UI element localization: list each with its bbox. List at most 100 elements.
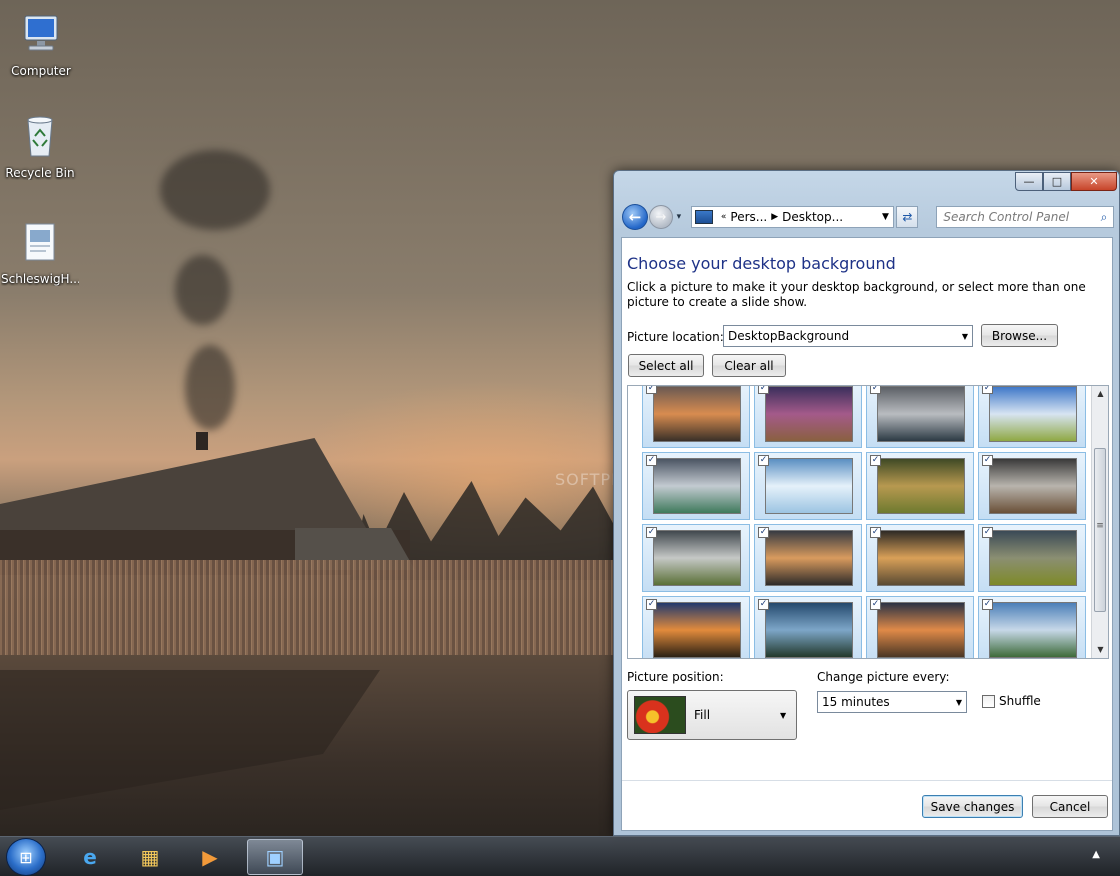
reeds [0,560,620,655]
chevron-down-icon: ▼ [955,697,963,707]
thumbnail-image [877,530,965,586]
thumbnail-checkbox[interactable]: ✓ [982,455,993,466]
thumbnail-checkbox[interactable]: ✓ [870,386,881,394]
recycle-bin-icon [27,116,53,157]
thumbnail-checkbox[interactable]: ✓ [646,386,657,394]
desktop-icon-label: SchleswigH... [1,272,79,286]
thumbnail-item[interactable]: ✓ [866,386,974,448]
close-button[interactable]: ✕ [1071,172,1117,191]
shuffle-label: Shuffle [999,694,1041,708]
scroll-up-button[interactable]: ▲ [1092,386,1108,402]
thumbnail-checkbox[interactable]: ✓ [646,527,657,538]
thumbnail-image [765,386,853,442]
browse-button[interactable]: Browse... [981,324,1058,347]
search-icon[interactable]: ⌕ [1095,210,1113,225]
media-player-button[interactable]: ▶ [182,839,238,875]
thumbnail-item[interactable]: ✓ [642,524,750,592]
thumbnail-item[interactable]: ✓ [978,452,1086,520]
forward-button[interactable]: → [648,205,673,229]
content-pane: Choose your desktop background Click a p… [621,237,1113,831]
thumbnail-item[interactable]: ✓ [754,596,862,658]
picture-gallery: ✓ ✓ ✓ ✓ ✓ ✓ ✓ ✓ ✓ ✓ ✓ ✓ ✓ ✓ ✓ ✓ ▲ ≡ ▼ [627,385,1109,659]
minimize-button[interactable]: — [1015,172,1043,191]
thumbnail-checkbox[interactable]: ✓ [870,599,881,610]
address-bar[interactable]: « Pers... ▶ Desktop... ▼ [690,206,895,228]
thumbnail-checkbox[interactable]: ✓ [870,455,881,466]
thumbnail-item[interactable]: ✓ [642,386,750,448]
desktop-icon-computer[interactable]: Computer [2,10,80,78]
control-panel-button[interactable]: ▣ [247,839,303,875]
thumbnail-checkbox[interactable]: ✓ [758,599,769,610]
picture-location-dropdown[interactable]: DesktopBackground ▼ [723,325,973,347]
clear-all-button[interactable]: Clear all [712,354,786,377]
thumbnail-image [877,386,965,442]
breadcrumb-separator[interactable]: ▶ [767,212,782,222]
thumbnail-checkbox[interactable]: ✓ [982,599,993,610]
thumbnail-item[interactable]: ✓ [754,452,862,520]
thumbnail-checkbox[interactable]: ✓ [758,527,769,538]
thumbnail-checkbox[interactable]: ✓ [870,527,881,538]
thumbnail-image [989,386,1077,442]
desktop-icon-recycle-bin[interactable]: Recycle Bin [1,112,79,180]
explorer-icon: ▦ [140,845,160,869]
search-input[interactable]: Search Control Panel ⌕ [936,206,1114,228]
thumbnail-item[interactable]: ✓ [978,386,1086,448]
chevron-down-icon: ▼ [961,331,969,341]
control-panel-icon: ▣ [265,845,285,869]
fill-preview-icon [634,696,686,734]
back-button[interactable]: ← [622,204,648,230]
picture-position-dropdown[interactable]: Fill ▼ [627,690,797,740]
thumbnail-checkbox[interactable]: ✓ [758,455,769,466]
smoke-cloud [160,150,270,230]
thumbnail-item[interactable]: ✓ [866,596,974,658]
page-title: Choose your desktop background [627,254,896,273]
save-changes-button[interactable]: Save changes [922,795,1023,818]
scroll-thumb[interactable]: ≡ [1094,448,1106,612]
caption-buttons: — □ ✕ [1015,172,1117,191]
shuffle-option[interactable]: Shuffle [982,694,1041,708]
thumbnail-checkbox[interactable]: ✓ [982,386,993,394]
shuffle-checkbox[interactable] [982,694,995,708]
thumbnail-item[interactable]: ✓ [642,452,750,520]
ie-icon: e [83,845,97,869]
change-picture-interval-dropdown[interactable]: 15 minutes ▼ [817,691,967,713]
control-panel-icon [694,210,713,224]
breadcrumb-chevron[interactable]: « [717,212,731,222]
thumbnail-image [989,458,1077,514]
maximize-button[interactable]: □ [1043,172,1071,191]
picture-position-value: Fill [694,708,711,722]
explorer-button[interactable]: ▦ [122,839,178,875]
thumbnail-image [653,602,741,658]
thumbnail-checkbox[interactable]: ✓ [646,455,657,466]
thumbnail-item[interactable]: ✓ [754,524,862,592]
thumbnail-item[interactable]: ✓ [642,596,750,658]
breadcrumb-personalization[interactable]: Pers... [730,210,767,224]
recent-pages-button[interactable]: ▾ [673,212,685,222]
thumbnail-item[interactable]: ✓ [978,596,1086,658]
cancel-button[interactable]: Cancel [1032,795,1108,818]
scroll-down-button[interactable]: ▼ [1092,642,1108,658]
select-all-button[interactable]: Select all [628,354,704,377]
breadcrumb-desktop-background[interactable]: Desktop... [782,210,843,224]
refresh-button[interactable]: ⇄ [896,206,919,228]
start-button[interactable]: ⊞ [6,838,46,876]
thumbnail-item[interactable]: ✓ [754,386,862,448]
address-dropdown-arrow[interactable]: ▼ [877,212,893,222]
thumbnail-item[interactable]: ✓ [866,452,974,520]
thumbnail-item[interactable]: ✓ [978,524,1086,592]
chimney [196,432,208,450]
ie-button[interactable]: e [62,839,118,875]
thumbnail-checkbox[interactable]: ✓ [982,527,993,538]
thumbnail-image [877,602,965,658]
thumbnail-checkbox[interactable]: ✓ [758,386,769,394]
thumbnail-item[interactable]: ✓ [866,524,974,592]
taskbar: ⊞ e ▦ ▶ ▣ ▲ [0,836,1120,876]
search-placeholder: Search Control Panel [943,210,1070,224]
gallery-scrollbar[interactable]: ▲ ≡ ▼ [1091,386,1108,658]
media-player-icon: ▶ [202,845,218,869]
chevron-down-icon: ▼ [780,710,787,720]
show-hidden-icons-button[interactable]: ▲ [1092,849,1100,860]
picture-location-label: Picture location: [627,330,724,344]
desktop-icon-file[interactable]: SchleswigH... [1,218,79,286]
thumbnail-checkbox[interactable]: ✓ [646,599,657,610]
